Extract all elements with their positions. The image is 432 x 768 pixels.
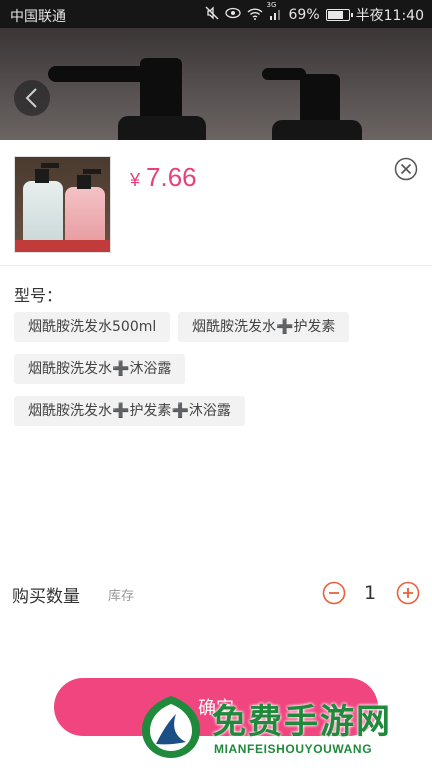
close-circle-icon xyxy=(394,157,418,181)
spec-option-shampoo-500ml[interactable]: 烟酰胺洗发水500ml xyxy=(14,312,171,342)
product-hero-image xyxy=(0,28,432,140)
battery-icon xyxy=(325,9,353,21)
plus-icon: ➕ xyxy=(171,403,189,419)
eye-icon xyxy=(224,7,241,23)
spec-option-shampoo-conditioner-bodywash[interactable]: 烟酰胺洗发水➕护发素➕沐浴露 xyxy=(14,396,245,426)
divider xyxy=(0,265,432,266)
quantity-label: 购买数量 xyxy=(12,587,80,607)
option-text: 烟酰胺洗发水 xyxy=(28,403,112,419)
spec-label: 型号： xyxy=(14,286,63,305)
option-text: 烟酰胺洗发水 xyxy=(192,319,276,335)
sku-selector-sheet: ¥7.66 型号： 烟酰胺洗发水500ml 烟酰胺洗发水➕护发素 烟酰胺洗发水➕… xyxy=(0,140,432,768)
watermark-subtitle: MIANFEISHOUYOUWANG xyxy=(214,742,373,756)
plus-icon: ➕ xyxy=(112,361,130,377)
back-button[interactable] xyxy=(14,80,50,116)
product-thumbnail xyxy=(14,156,111,253)
quantity-value[interactable]: 1 xyxy=(358,582,382,604)
option-text: 护发素 xyxy=(293,319,336,335)
carrier-label: 中国联通 xyxy=(10,9,66,25)
network-label: 3G xyxy=(266,0,277,9)
wifi-icon xyxy=(247,7,263,24)
price-value: 7.66 xyxy=(146,162,197,192)
quantity-decrease-button[interactable] xyxy=(322,581,346,605)
spec-option-shampoo-bodywash[interactable]: 烟酰胺洗发水➕沐浴露 xyxy=(14,354,186,384)
option-text: 护发素 xyxy=(129,403,172,419)
chevron-left-icon xyxy=(25,88,37,108)
mute-icon xyxy=(205,6,219,24)
minus-circle-icon xyxy=(322,581,346,605)
status-bar: 中国联通 3G 69% 半夜11:40 xyxy=(0,0,432,28)
stock-label: 库存 xyxy=(108,589,135,604)
currency-symbol: ¥ xyxy=(130,170,141,190)
time-label: 半夜11:40 xyxy=(355,8,424,24)
signal-icon: 3G xyxy=(267,1,283,24)
option-text: 烟酰胺洗发水 xyxy=(28,361,112,377)
watermark-logo-icon xyxy=(142,696,200,758)
price: ¥7.66 xyxy=(130,162,197,193)
option-text: 沐浴露 xyxy=(129,361,172,377)
site-watermark: 免费手游网 MIANFEISHOUYOUWANG xyxy=(134,692,424,764)
battery-percent: 69% xyxy=(288,7,320,23)
status-icons: 3G 69% 半夜11:40 xyxy=(205,1,424,25)
close-button[interactable] xyxy=(394,157,418,181)
option-text: 烟酰胺洗发水500ml xyxy=(28,319,157,335)
plus-circle-icon xyxy=(396,581,420,605)
option-text: 沐浴露 xyxy=(188,403,231,419)
quantity-increase-button[interactable] xyxy=(396,581,420,605)
watermark-title: 免费手游网 xyxy=(212,702,392,742)
spec-option-shampoo-conditioner[interactable]: 烟酰胺洗发水➕护发素 xyxy=(178,312,350,342)
plus-icon: ➕ xyxy=(112,403,130,419)
plus-icon: ➕ xyxy=(276,319,294,335)
